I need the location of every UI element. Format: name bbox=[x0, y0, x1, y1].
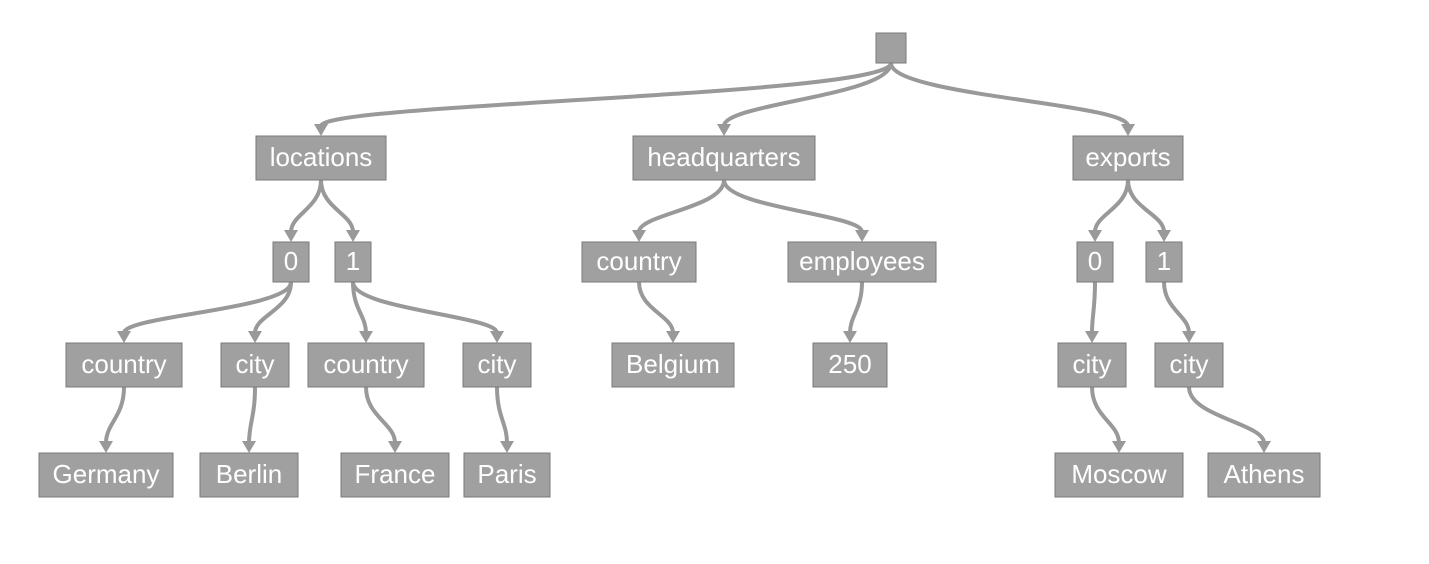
tree-node-label: city bbox=[478, 349, 517, 379]
arrowhead-icon bbox=[855, 230, 869, 242]
tree-node-root bbox=[876, 33, 906, 63]
tree-edge bbox=[891, 63, 1128, 126]
tree-node-label: 1 bbox=[1157, 246, 1171, 276]
tree-node-label: country bbox=[81, 349, 166, 379]
arrowhead-icon bbox=[717, 124, 731, 136]
tree-edge bbox=[321, 180, 353, 232]
tree-edge bbox=[639, 180, 724, 232]
tree-edge bbox=[366, 387, 395, 443]
tree-node-exp_1: 1 bbox=[1146, 242, 1182, 282]
tree-node-exports: exports bbox=[1073, 136, 1183, 180]
tree-diagram: locations headquarters exports 0 1 country emp… bbox=[0, 0, 1429, 564]
tree-node-label: locations bbox=[270, 142, 373, 172]
tree-node-loc_0: 0 bbox=[273, 242, 309, 282]
tree-node-label: Athens bbox=[1224, 459, 1305, 489]
tree-node-label: Paris bbox=[477, 459, 536, 489]
tree-node-label: 0 bbox=[284, 246, 298, 276]
arrowhead-icon bbox=[1085, 331, 1099, 343]
arrowhead-icon bbox=[242, 441, 256, 453]
arrowhead-icon bbox=[1121, 124, 1135, 136]
arrowhead-icon bbox=[248, 331, 262, 343]
tree-node-headquarters: headquarters bbox=[633, 136, 815, 180]
tree-edge bbox=[1164, 282, 1189, 333]
arrowhead-icon bbox=[117, 331, 131, 343]
tree-node-locations: locations bbox=[256, 136, 386, 180]
tree-node-label: 0 bbox=[1088, 246, 1102, 276]
tree-node-l0_city: city bbox=[221, 343, 289, 387]
tree-node-label: employees bbox=[799, 246, 925, 276]
tree-edge bbox=[249, 387, 255, 443]
tree-node-athens: Athens bbox=[1208, 453, 1320, 497]
arrowhead-icon bbox=[1112, 441, 1126, 453]
tree-edge bbox=[850, 282, 862, 333]
tree-edge bbox=[1092, 282, 1095, 333]
tree-edge bbox=[639, 282, 673, 333]
arrowhead-icon bbox=[1182, 331, 1196, 343]
tree-node-label: city bbox=[236, 349, 275, 379]
tree-node-l0_country: country bbox=[66, 343, 182, 387]
tree-node-label: city bbox=[1170, 349, 1209, 379]
arrowhead-icon bbox=[666, 331, 680, 343]
tree-edge bbox=[1128, 180, 1164, 232]
tree-edge bbox=[724, 180, 862, 232]
tree-edge bbox=[724, 63, 891, 126]
tree-node-label: headquarters bbox=[647, 142, 800, 172]
tree-node-hq_employees: employees bbox=[788, 242, 936, 282]
tree-edge bbox=[106, 387, 124, 443]
tree-node-hq_250: 250 bbox=[813, 343, 887, 387]
tree-node-label: 1 bbox=[346, 246, 360, 276]
tree-node-label: 250 bbox=[828, 349, 871, 379]
tree-node-france: France bbox=[341, 453, 449, 497]
arrowhead-icon bbox=[1257, 441, 1271, 453]
tree-node-moscow: Moscow bbox=[1055, 453, 1183, 497]
tree-node-label: country bbox=[596, 246, 681, 276]
tree-edge bbox=[1095, 180, 1128, 232]
tree-node-exp1_city: city bbox=[1155, 343, 1223, 387]
tree-node-paris: Paris bbox=[464, 453, 550, 497]
tree-node-label: Moscow bbox=[1071, 459, 1167, 489]
tree-node-label: city bbox=[1073, 349, 1112, 379]
tree-node-label: Germany bbox=[53, 459, 160, 489]
tree-node-label: Belgium bbox=[626, 349, 720, 379]
tree-edge bbox=[291, 180, 321, 232]
tree-node-exp0_city: city bbox=[1058, 343, 1126, 387]
tree-node-exp_0: 0 bbox=[1077, 242, 1113, 282]
arrowhead-icon bbox=[99, 441, 113, 453]
tree-edge bbox=[321, 63, 891, 126]
tree-node-loc_1: 1 bbox=[335, 242, 371, 282]
tree-edge bbox=[497, 387, 507, 443]
tree-node-label: Berlin bbox=[216, 459, 282, 489]
arrowhead-icon bbox=[284, 230, 298, 242]
tree-node-label: exports bbox=[1085, 142, 1170, 172]
tree-node-l1_country: country bbox=[308, 343, 424, 387]
tree-node-berlin: Berlin bbox=[200, 453, 298, 497]
arrowhead-icon bbox=[388, 441, 402, 453]
arrowhead-icon bbox=[346, 230, 360, 242]
arrowhead-icon bbox=[359, 331, 373, 343]
tree-node-hq_belgium: Belgium bbox=[612, 343, 734, 387]
arrowhead-icon bbox=[1157, 230, 1171, 242]
arrowhead-icon bbox=[500, 441, 514, 453]
tree-node-label: France bbox=[355, 459, 436, 489]
tree-edge bbox=[1092, 387, 1119, 443]
tree-edge bbox=[1189, 387, 1264, 443]
arrowhead-icon bbox=[1088, 230, 1102, 242]
tree-edge bbox=[353, 282, 497, 333]
tree-node-label: country bbox=[323, 349, 408, 379]
arrowhead-icon bbox=[490, 331, 504, 343]
tree-node-hq_country: country bbox=[582, 242, 696, 282]
arrowhead-icon bbox=[314, 124, 328, 136]
tree-node-germany: Germany bbox=[39, 453, 173, 497]
arrowhead-icon bbox=[632, 230, 646, 242]
tree-node-l1_city: city bbox=[463, 343, 531, 387]
tree-edge bbox=[124, 282, 291, 333]
arrowhead-icon bbox=[843, 331, 857, 343]
